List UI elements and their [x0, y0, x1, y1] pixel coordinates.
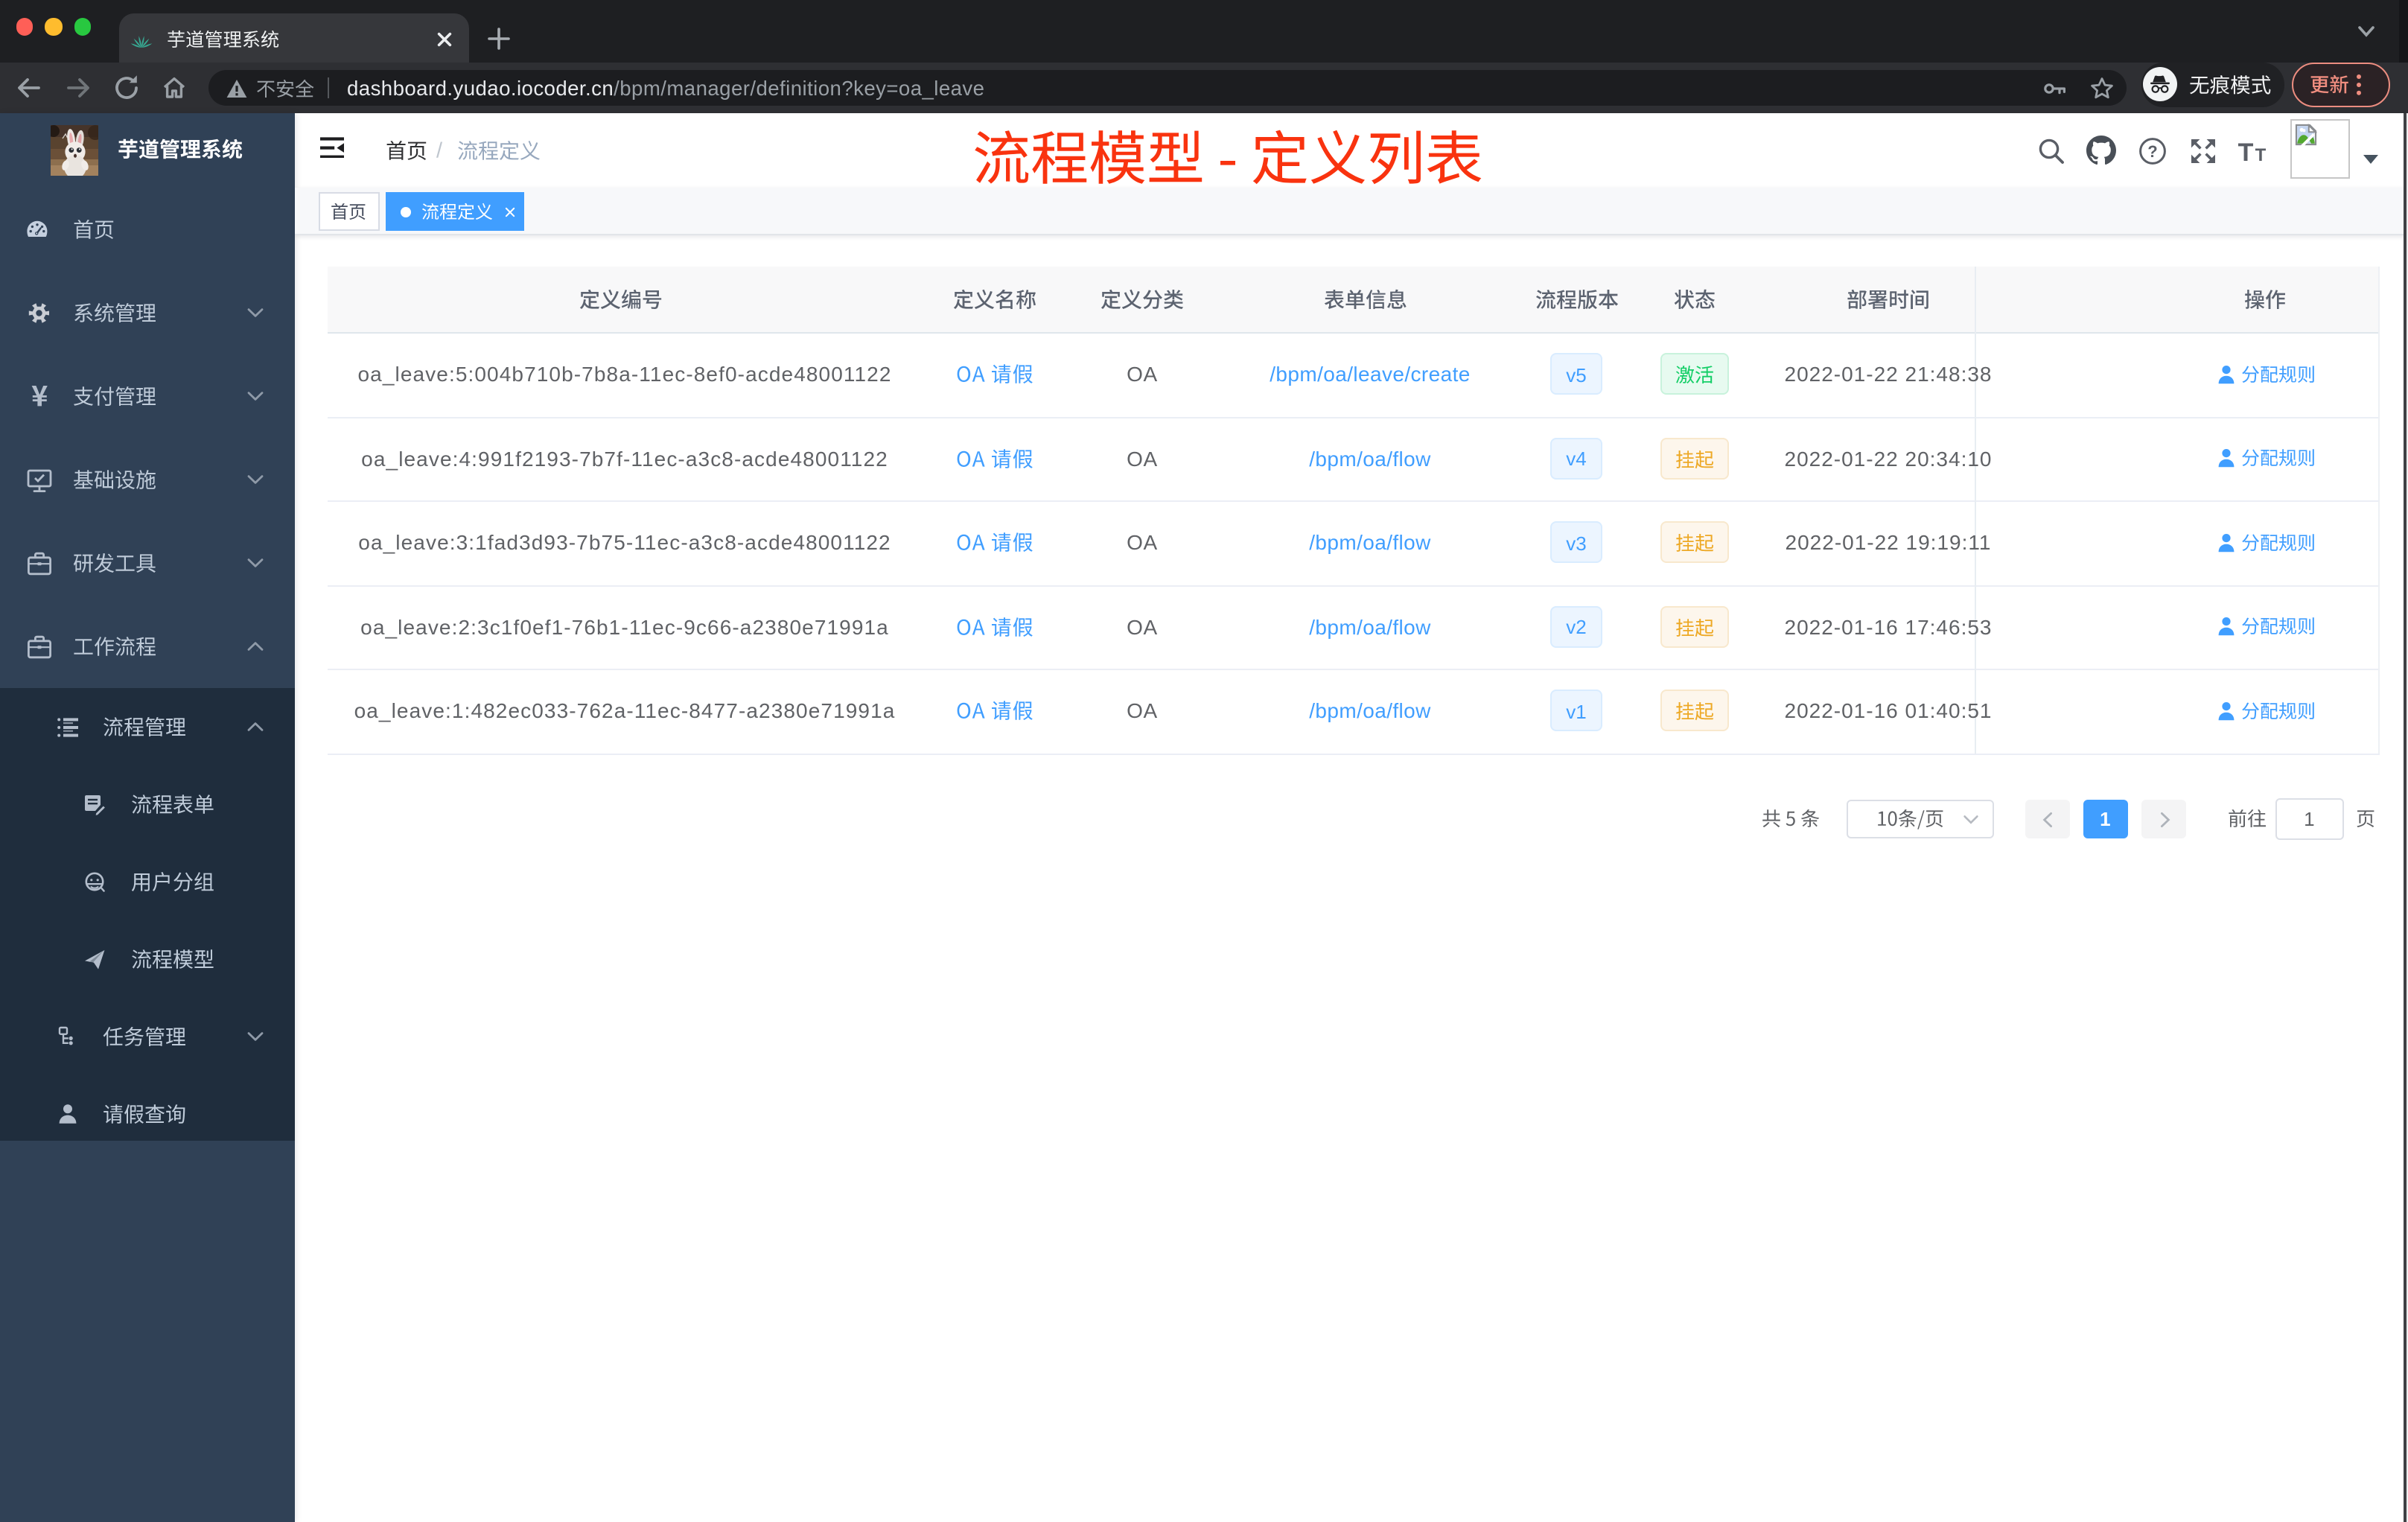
svg-text:T: T: [2238, 138, 2254, 165]
svg-text:T: T: [2255, 144, 2267, 165]
svg-text:?: ?: [2147, 142, 2156, 161]
